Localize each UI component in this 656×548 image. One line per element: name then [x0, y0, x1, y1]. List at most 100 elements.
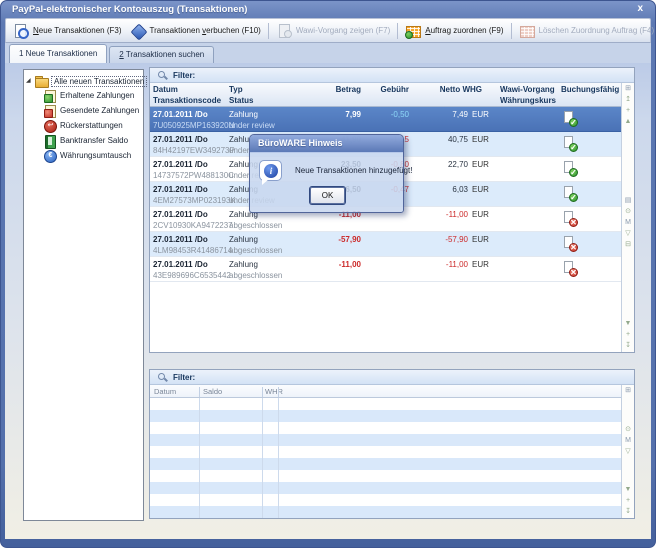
toolbar-button-4[interactable]: Auftrag zuordnen (F9) — [401, 21, 507, 41]
bookable-icon: ✓ — [564, 161, 578, 177]
col-transaktionscode[interactable]: Transaktionscode — [153, 96, 221, 105]
edit-grid-icon[interactable]: ⊟ — [625, 241, 631, 249]
col-buchungsfaehig[interactable]: Buchungsfähig — [561, 85, 619, 94]
ok-button[interactable]: OK — [310, 187, 345, 204]
tree-item-label: Erhaltene Zahlungen — [60, 91, 134, 100]
col-datum[interactable]: Datum — [154, 387, 176, 396]
col-saldo[interactable]: Saldo — [203, 387, 222, 396]
saldo-panel: Filter: Datum Saldo WHR ⊞ ⊙ M ▽ ▼ + ↧ — [149, 369, 635, 519]
tree-root-row[interactable]: ◢Alle neuen Transaktionen — [24, 74, 143, 89]
add-icon[interactable]: + — [626, 331, 630, 339]
column-separator — [199, 387, 200, 397]
open-folder-icon — [35, 75, 48, 88]
tree-expander-icon[interactable]: ◢ — [26, 78, 31, 84]
filter-label: Filter: — [173, 71, 195, 80]
search-icon[interactable]: ⊙ — [625, 208, 631, 216]
cell-date: 27.01.2011 /Do — [153, 260, 208, 269]
column-separator — [199, 398, 200, 518]
empty-row — [150, 446, 621, 458]
transaction-row[interactable]: 27.01.2011 /Do7U050925MP163920NZahlungun… — [150, 107, 621, 132]
empty-row — [150, 398, 621, 410]
dialog-title-bar[interactable]: BüroWARE Hinweis — [250, 135, 403, 153]
show-wawi-icon — [276, 23, 293, 39]
col-waehrungskurs[interactable]: Währungskurs — [500, 96, 556, 105]
toolbar-button-1[interactable]: Neue Transaktionen (F3) — [9, 21, 126, 41]
not-bookable-icon: ✕ — [564, 211, 578, 227]
scroll-down-icon[interactable]: ▼ — [625, 486, 632, 494]
status-badge: ✕ — [569, 243, 578, 252]
empty-row — [150, 434, 621, 446]
info-dialog: BüroWARE Hinweis i Neue Transaktionen hi… — [249, 134, 404, 213]
cell-status: abgeschlossen — [229, 271, 282, 280]
filter-magnifier-icon — [157, 372, 168, 383]
tree-item[interactable]: Erhaltene Zahlungen — [24, 89, 143, 104]
marker-icon[interactable]: M — [625, 219, 631, 227]
status-badge: ✕ — [569, 218, 578, 227]
cell-amount: -11,00 — [339, 260, 361, 269]
col-netto-whg[interactable]: Netto WHG — [440, 85, 482, 94]
side-toolbar-top-group: ⊞ — [625, 387, 631, 395]
col-wawi-vorgang[interactable]: Wawi-Vorgang — [500, 85, 555, 94]
empty-row — [150, 506, 621, 518]
cell-date: 27.01.2011 /Do — [153, 160, 208, 169]
dialog-message: Neue Transaktionen hinzugefügt! — [295, 166, 412, 175]
copy-grid-icon[interactable]: ⊞ — [625, 387, 631, 395]
tree-item[interactable]: Gesendete Zahlungen — [24, 104, 143, 119]
tree-item[interactable]: Rückerstattungen — [24, 119, 143, 134]
column-separator — [262, 387, 263, 397]
col-betrag[interactable]: Betrag — [336, 85, 361, 94]
toolbar-button-2[interactable]: Transaktionen verbuchen (F10) — [126, 21, 265, 41]
filter-icon[interactable]: ▽ — [625, 230, 630, 238]
status-badge: ✕ — [569, 268, 578, 277]
col-datum[interactable]: Datum — [153, 85, 178, 94]
received-payments-icon — [44, 90, 57, 103]
tree-item[interactable]: Banktransfer Saldo — [24, 134, 143, 149]
toolbar-button-label: Transaktionen verbuchen (F10) — [150, 26, 261, 35]
transactions-side-toolbar: ⊞ ↥ + ▲ ▤ ⊙ M ▽ ⊟ ▼ + ↧ — [621, 83, 634, 352]
filter-magnifier-icon — [157, 70, 168, 81]
transactions-filter-bar[interactable]: Filter: — [150, 68, 634, 83]
col-whr[interactable]: WHR — [265, 387, 283, 396]
scroll-down-icon[interactable]: ▼ — [625, 320, 632, 328]
col-status[interactable]: Status — [229, 96, 253, 105]
post-transactions-icon — [130, 23, 147, 39]
column-separator — [278, 398, 279, 518]
cell-transaction-code: 14737572PW488130C — [153, 171, 234, 180]
transaction-row[interactable]: 27.01.2011 /Do4LM98453R41486714Zahlungab… — [150, 232, 621, 257]
columns-icon[interactable]: ▤ — [625, 197, 632, 205]
scroll-up-icon[interactable]: ▲ — [625, 118, 632, 126]
cell-transaction-code: 4LM98453R41486714 — [153, 246, 232, 255]
empty-row — [150, 470, 621, 482]
bookable-icon: ✓ — [564, 186, 578, 202]
cell-date: 27.01.2011 /Do — [153, 185, 208, 194]
col-typ[interactable]: Typ — [229, 85, 243, 94]
saldo-filter-bar[interactable]: Filter: — [150, 370, 634, 385]
side-toolbar-bottom-group: ▼ + ↧ — [625, 320, 632, 350]
copy-grid-icon[interactable]: ⊞ — [625, 85, 631, 93]
close-icon[interactable]: x — [637, 3, 643, 15]
new-transactions-icon — [13, 23, 30, 39]
tab-1[interactable]: 1 Neue Transaktionen — [9, 44, 107, 63]
add-icon[interactable]: + — [626, 497, 630, 505]
cell-net: -11,00 — [446, 260, 468, 269]
add-row-icon[interactable]: + — [626, 107, 630, 115]
filter-icon[interactable]: ▽ — [625, 448, 630, 456]
tree-item-alle-neuen-transaktionen[interactable]: Alle neuen Transaktionen — [51, 76, 147, 87]
col-gebuehr[interactable]: Gebühr — [381, 85, 409, 94]
dialog-title: BüroWARE Hinweis — [250, 135, 403, 148]
tree-item[interactable]: Währungsumtausch — [24, 149, 143, 164]
search-icon[interactable]: ⊙ — [625, 426, 631, 434]
scroll-bottom-icon[interactable]: ↧ — [625, 508, 631, 516]
cell-currency: EUR — [472, 260, 489, 269]
sent-payments-icon — [44, 105, 57, 118]
scroll-top-icon[interactable]: ↥ — [625, 96, 631, 104]
scroll-bottom-icon[interactable]: ↧ — [625, 342, 631, 350]
cell-transaction-code: 2CV10930KA9472237 — [153, 221, 233, 230]
cell-net: 6,03 — [452, 185, 468, 194]
tree-item-label: Gesendete Zahlungen — [60, 106, 139, 115]
tab-2[interactable]: 2 Transaktionen suchen — [109, 46, 214, 63]
marker-icon[interactable]: M — [625, 437, 631, 445]
cell-amount: 7,99 — [345, 110, 361, 119]
title-bar: PayPal-elektronischer Kontoauszug (Trans… — [1, 1, 655, 18]
transaction-row[interactable]: 27.01.2011 /Do43E989696C6535442Zahlungab… — [150, 257, 621, 282]
